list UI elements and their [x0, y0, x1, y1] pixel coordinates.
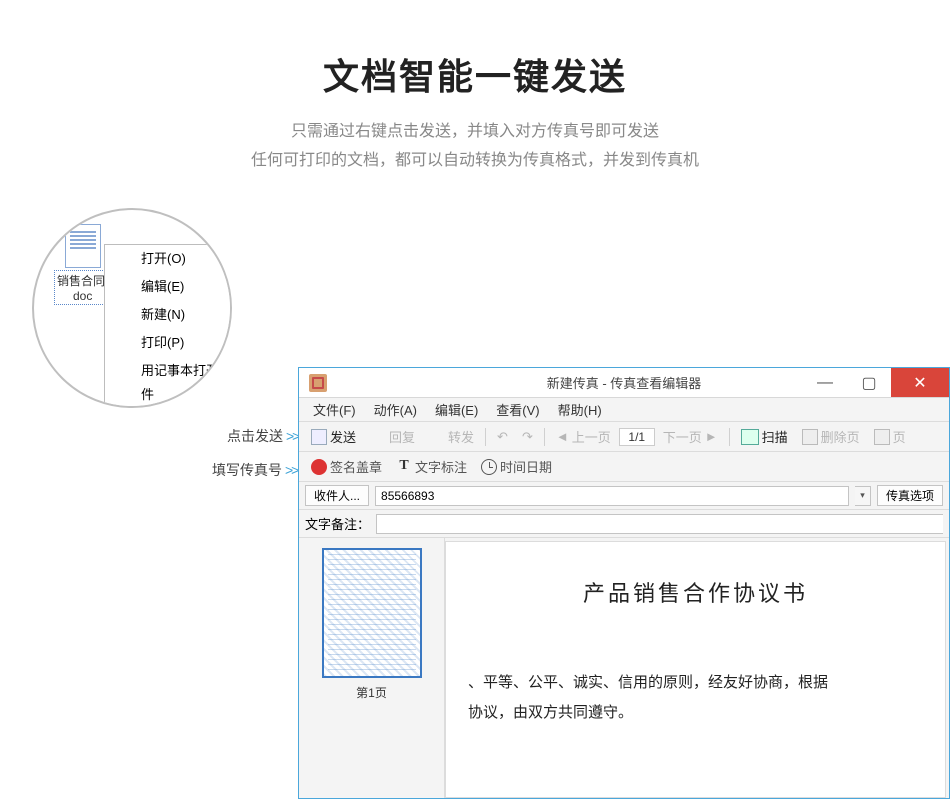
scan-button[interactable]: 扫描	[735, 425, 794, 448]
menu-open-notepad[interactable]: 用记事本打开该文件	[105, 357, 232, 408]
recipient-button[interactable]: 收件人...	[305, 485, 369, 506]
callout-click-send: 点击发送>>	[227, 426, 298, 446]
subtitle-line-2: 任何可打印的文档，都可以自动转换为传真格式，并发到传真机	[0, 147, 950, 176]
doc-title: 产品销售合作协议书	[474, 576, 917, 608]
datetime-button[interactable]: 时间日期	[475, 455, 558, 478]
scan-icon	[741, 429, 759, 445]
menu-file[interactable]: 文件(F)	[305, 400, 364, 419]
desktop-file[interactable]: 销售合同. doc	[54, 224, 111, 305]
close-button[interactable]: ✕	[891, 368, 949, 397]
thumbnail-panel: 第1页	[299, 538, 445, 798]
page-thumbnail[interactable]	[322, 548, 422, 678]
stamp-icon	[311, 459, 327, 475]
subtitle-line-1: 只需通过右键点击发送，并填入对方传真号即可发送	[0, 118, 950, 147]
delete-page-button[interactable]: 删除页	[796, 425, 866, 448]
clock-icon	[481, 459, 497, 475]
fax-options-button[interactable]: 传真选项	[877, 485, 943, 506]
menu-edit[interactable]: 编辑(E)	[105, 273, 232, 301]
prev-page-button: ◄ 上一页	[550, 425, 617, 448]
note-label: 文字备注：	[305, 514, 370, 533]
menu-view[interactable]: 查看(V)	[488, 400, 547, 419]
page-button[interactable]: 页	[868, 425, 912, 448]
menu-new[interactable]: 新建(N)	[105, 301, 232, 329]
recipient-input[interactable]	[375, 486, 849, 506]
menubar: 文件(F) 动作(A) 编辑(E) 查看(V) 帮助(H)	[299, 398, 949, 422]
page-indicator: 1/1	[619, 428, 655, 446]
forward-button: 转发	[423, 425, 480, 448]
minimize-button[interactable]: —	[803, 368, 847, 397]
send-icon	[311, 429, 327, 445]
page-title: 文档智能一键发送	[0, 48, 950, 100]
recipient-row: 收件人... ▾ 传真选项	[299, 482, 949, 510]
doc-line-2: 协议，由双方共同遵守。	[474, 698, 917, 728]
thumbnail-label: 第1页	[309, 684, 434, 701]
magnifier-view: 销售合同. doc 打开(O) 编辑(E) 新建(N) 打印(P) 用记事本打开…	[32, 208, 232, 408]
menu-open[interactable]: 打开(O)	[105, 245, 232, 273]
reply-icon	[370, 429, 386, 445]
maximize-button[interactable]: ▢	[847, 368, 891, 397]
app-icon	[309, 374, 327, 392]
document-icon	[65, 224, 101, 268]
fax-editor-window: 新建传真 - 传真查看编辑器 — ▢ ✕ 文件(F) 动作(A) 编辑(E) 查…	[298, 367, 950, 799]
delete-icon	[802, 429, 818, 445]
callout-fill-number: 填写传真号>>	[212, 460, 297, 480]
doc-line-1: 、平等、公平、诚实、信用的原则，经友好协商，根据	[474, 668, 917, 698]
send-button[interactable]: 发送	[305, 425, 362, 448]
menu-print[interactable]: 打印(P)	[105, 329, 232, 357]
toolbar-main: 发送 回复 转发 ↶ ↷ ◄ 上一页 1/1 下一页 ► 扫描 删除页 页	[299, 422, 949, 452]
context-menu: 打开(O) 编辑(E) 新建(N) 打印(P) 用记事本打开该文件 发送传真 打…	[104, 244, 232, 408]
note-input[interactable]	[376, 514, 943, 534]
recipient-dropdown[interactable]: ▾	[855, 486, 871, 506]
next-page-button: 下一页 ►	[657, 425, 724, 448]
stamp-button[interactable]: 签名盖章	[305, 455, 388, 478]
toolbar-annotate: 签名盖章 T文字标注 时间日期	[299, 452, 949, 482]
reply-button: 回复	[364, 425, 421, 448]
forward-icon	[429, 429, 445, 445]
titlebar: 新建传真 - 传真查看编辑器 — ▢ ✕	[299, 368, 949, 398]
rotate-right-button[interactable]: ↷	[516, 427, 539, 447]
page-icon	[874, 429, 890, 445]
text-icon: T	[396, 459, 412, 475]
menu-action[interactable]: 动作(A)	[366, 400, 425, 419]
menu-edit-top[interactable]: 编辑(E)	[427, 400, 486, 419]
content-area: 第1页 产品销售合作协议书 、平等、公平、诚实、信用的原则，经友好协商，根据 协…	[299, 538, 949, 798]
text-mark-button[interactable]: T文字标注	[390, 455, 473, 478]
rotate-left-button[interactable]: ↶	[491, 427, 514, 447]
document-view: 产品销售合作协议书 、平等、公平、诚实、信用的原则，经友好协商，根据 协议，由双…	[445, 541, 946, 798]
menu-help[interactable]: 帮助(H)	[550, 400, 610, 419]
note-row: 文字备注：	[299, 510, 949, 538]
